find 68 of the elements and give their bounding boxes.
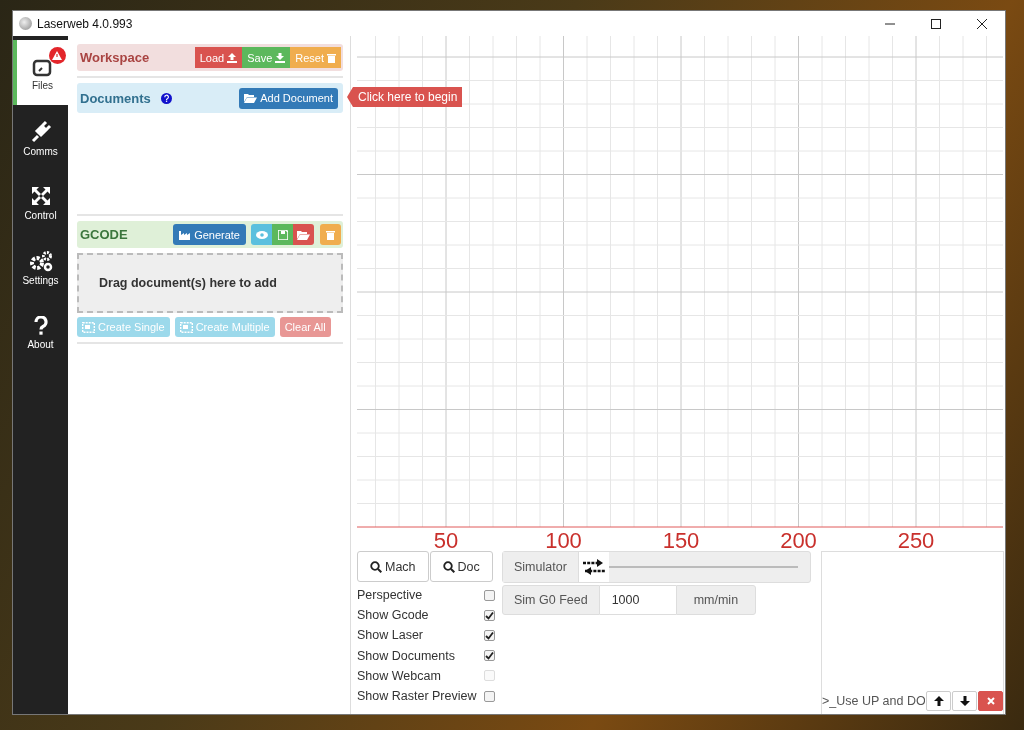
option-label: Show Raster Preview bbox=[357, 689, 477, 704]
app-icon bbox=[19, 17, 32, 30]
ruler-label: 50 bbox=[433, 528, 459, 550]
feed-unit: mm/min bbox=[675, 585, 757, 615]
shapes-icon bbox=[179, 321, 193, 333]
eye-icon bbox=[255, 230, 268, 239]
sidebar-tab[interactable]: About bbox=[13, 300, 68, 365]
arrow-up-icon bbox=[933, 696, 944, 706]
trash-icon bbox=[327, 52, 336, 63]
add-document-button[interactable]: Add Document bbox=[239, 87, 338, 109]
feed-input[interactable]: 1000 bbox=[599, 585, 676, 615]
checkbox[interactable] bbox=[484, 629, 495, 641]
close-icon[interactable] bbox=[976, 17, 988, 30]
trash-icon bbox=[326, 229, 335, 240]
arrow-down-icon bbox=[959, 696, 970, 706]
search-icon bbox=[442, 560, 455, 573]
console-input[interactable]: >_Use UP and DO bbox=[822, 694, 925, 708]
checkbox[interactable] bbox=[484, 609, 495, 621]
slider-thumb-icon[interactable] bbox=[578, 552, 609, 582]
history-down-button[interactable] bbox=[952, 691, 977, 711]
option-label: Show Gcode bbox=[357, 608, 429, 623]
ruler-label: 150 bbox=[662, 528, 700, 550]
upload-icon bbox=[227, 52, 238, 63]
option-label: Perspective bbox=[357, 588, 423, 603]
search-icon bbox=[370, 560, 382, 573]
checkbox[interactable] bbox=[484, 589, 495, 601]
tooltip: Click here to begin bbox=[347, 87, 463, 107]
sidebar-tab[interactable]: Settings bbox=[13, 235, 68, 300]
section-title: Documents bbox=[80, 90, 151, 106]
checkbox[interactable] bbox=[484, 650, 495, 662]
expand-arrows-icon bbox=[29, 184, 52, 207]
maximize-icon[interactable] bbox=[930, 17, 942, 30]
history-up-button[interactable] bbox=[926, 691, 951, 711]
option-label: Show Webcam bbox=[357, 668, 441, 683]
shapes-icon bbox=[82, 321, 95, 333]
help-icon bbox=[160, 92, 172, 104]
sidebar-tab[interactable]: Control bbox=[13, 170, 68, 235]
sidebar-tab[interactable]: Comms bbox=[13, 105, 68, 170]
simulator-label: Simulator bbox=[503, 552, 579, 582]
zoom-view-button[interactable]: Doc bbox=[429, 551, 493, 582]
folder-icon bbox=[297, 229, 310, 240]
view-button[interactable] bbox=[251, 224, 272, 245]
feed-label: Sim G0 Feed bbox=[502, 585, 600, 615]
section-title: Workspace bbox=[80, 50, 151, 65]
generate-button[interactable]: Generate bbox=[173, 224, 246, 245]
download-icon bbox=[275, 52, 286, 63]
save-button[interactable] bbox=[272, 224, 293, 245]
zoom-view-button[interactable]: Mach bbox=[357, 551, 429, 582]
window-title: Laserweb 4.0.993 bbox=[37, 16, 134, 31]
workspace-button[interactable]: Load bbox=[194, 47, 243, 68]
open-button[interactable] bbox=[293, 224, 314, 245]
ruler-label: 250 bbox=[897, 528, 935, 550]
drop-zone[interactable]: Drag document(s) here to add bbox=[77, 253, 343, 313]
section-title: GCODE bbox=[80, 227, 129, 242]
ruler-label: 100 bbox=[545, 528, 582, 550]
question-icon bbox=[33, 315, 48, 336]
option-label: Show Documents bbox=[357, 648, 455, 663]
floppy-icon bbox=[277, 229, 288, 240]
folder-icon bbox=[244, 93, 258, 103]
factory-icon bbox=[179, 229, 192, 240]
sidebar-tab[interactable]: Files bbox=[13, 40, 68, 105]
clear-console-button[interactable] bbox=[978, 691, 1003, 711]
checkbox[interactable] bbox=[484, 690, 495, 702]
ruler-label: 200 bbox=[780, 528, 817, 550]
drop-zone-text: Drag document(s) here to add bbox=[99, 276, 277, 290]
gears-icon bbox=[27, 249, 54, 272]
option-label: Show Laser bbox=[357, 628, 423, 643]
close-icon bbox=[986, 697, 995, 705]
